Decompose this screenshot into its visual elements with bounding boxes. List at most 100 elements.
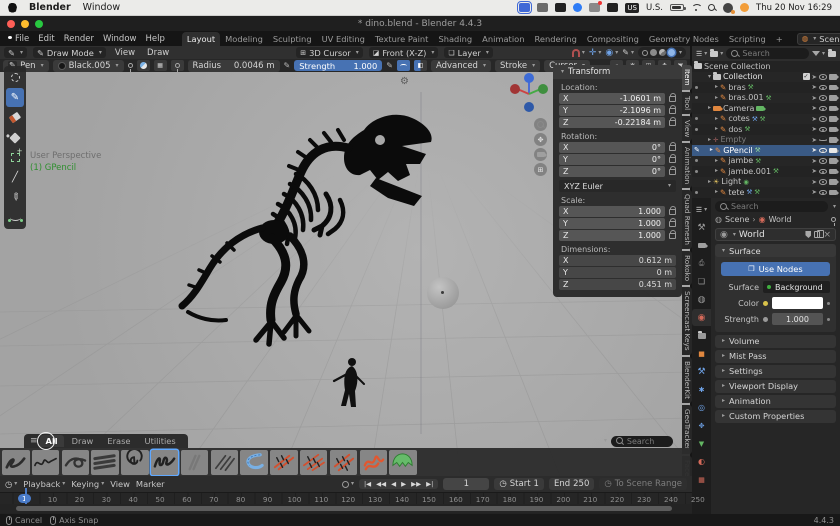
erase-tool[interactable] (6, 108, 24, 127)
render-visibility-icon[interactable] (829, 106, 837, 112)
outliner-row-dos[interactable]: ▸✎dos⚒➤ (692, 124, 840, 135)
tab-world[interactable]: ◉ (692, 309, 711, 326)
eye-icon[interactable] (819, 106, 827, 112)
eye-icon[interactable] (819, 148, 827, 154)
workspace-tab-sculpting[interactable]: Sculpting (268, 32, 317, 46)
dimensions-x-field[interactable]: X0.612 m (559, 255, 676, 266)
render-visibility-icon[interactable] (829, 190, 837, 196)
keying-menu[interactable]: Keying▾ (71, 479, 104, 489)
selectable-icon[interactable]: ➤ (812, 188, 817, 196)
properties-search-input[interactable]: Search (715, 201, 828, 212)
lock-icon[interactable] (669, 169, 676, 175)
custom-properties-panel-header[interactable]: ▸Custom Properties (715, 410, 836, 423)
render-visibility-icon[interactable] (829, 137, 837, 143)
frame-start-field[interactable]: ◷Start1 (494, 478, 544, 490)
location-x-field[interactable]: X-1.0601 m (559, 93, 665, 104)
outliner-row-camera[interactable]: ▸Camera➤ (692, 103, 840, 114)
navigation-gizmo[interactable] (506, 72, 552, 116)
draw-tool[interactable]: ✎ (6, 88, 24, 107)
workspace-tab-rendering[interactable]: Rendering (529, 32, 581, 46)
outliner-search-input[interactable]: Search (726, 48, 809, 59)
camera-status-icon[interactable] (537, 3, 548, 12)
animation-panel-header[interactable]: ▸Animation (715, 395, 836, 408)
surface-panel-header[interactable]: ▾Surface (715, 244, 836, 257)
eye-icon[interactable] (819, 95, 827, 101)
tab-object[interactable]: ■ (692, 345, 711, 362)
fake-user-icon[interactable] (805, 231, 811, 238)
breadcrumb-scene[interactable]: Scene (725, 215, 749, 224)
fill-tool[interactable] (6, 128, 24, 147)
brush-thumbnail[interactable] (181, 450, 209, 475)
sidebar-tab-view[interactable]: View (682, 116, 692, 141)
window-menu[interactable]: Window (83, 2, 120, 13)
add-workspace-button[interactable]: + (771, 32, 788, 46)
workspace-tab-geometry-nodes[interactable]: Geometry Nodes (644, 32, 724, 46)
menu-help[interactable]: Help (145, 34, 164, 44)
lock-icon[interactable] (669, 157, 676, 163)
brush-thumbnail[interactable] (300, 450, 328, 475)
chevron-down-icon[interactable]: ▾ (604, 438, 607, 444)
selectable-icon[interactable]: ➤ (812, 167, 817, 175)
eye-icon[interactable] (819, 74, 827, 80)
grease-pencil-options[interactable]: ✎▾ (622, 48, 634, 57)
draw-menu[interactable]: Draw (144, 48, 172, 58)
breadcrumb-world[interactable]: World (769, 215, 792, 224)
sidebar-tab-item[interactable]: Item (682, 65, 692, 90)
sidebar-tab-rokoko[interactable]: Rokoko (682, 251, 692, 285)
render-visibility-icon[interactable] (829, 148, 837, 154)
outliner-row-bras[interactable]: ▸✎bras⚒➤ (692, 82, 840, 93)
eye-icon[interactable] (819, 179, 827, 185)
sidebar-tab-quad-remesh[interactable]: Quad Remesh (682, 190, 692, 249)
render-visibility-icon[interactable] (829, 85, 837, 91)
outliner-row-light[interactable]: ▸☀Light◉➤ (692, 177, 840, 188)
wifi-icon[interactable] (691, 4, 701, 12)
strength-field[interactable]: 1.000 (772, 313, 823, 325)
screen-recording-icon[interactable] (519, 3, 530, 12)
unlink-icon[interactable]: × (823, 230, 831, 240)
play-button[interactable]: ▶ (399, 480, 408, 488)
utility-app-icon[interactable] (607, 3, 618, 12)
brush-thumbnail[interactable] (389, 450, 417, 475)
animate-color-dot[interactable] (827, 302, 830, 305)
primitive-box-tool[interactable] (6, 148, 24, 167)
new-collection-button[interactable] (828, 51, 836, 57)
outliner-row-cotes[interactable]: ▸✎cotes⚒⚒➤ (692, 114, 840, 125)
material-mode-button[interactable] (137, 60, 150, 71)
shelf-tab-utilities[interactable]: Utilities (139, 435, 182, 447)
settings-panel-header[interactable]: ▸Settings (715, 365, 836, 378)
tab-material[interactable]: ◐ (692, 453, 711, 470)
prev-keyframe-button[interactable]: ◀◀ (374, 480, 388, 488)
clock-app-icon[interactable] (555, 3, 566, 12)
radius-slider[interactable]: Radius0.0046 m (188, 60, 280, 72)
stroke-stabilizer-toggle[interactable] (397, 60, 410, 71)
selectable-icon[interactable]: ➤ (812, 146, 817, 154)
notification-app-icon[interactable] (589, 3, 600, 12)
outliner-row-gpencil[interactable]: ✎▸✎GPencil⚒➤ (692, 145, 840, 156)
render-visibility-icon[interactable] (829, 127, 837, 133)
tab-scene[interactable]: ◍ (692, 291, 711, 308)
sidebar-tab-animation[interactable]: Animation (682, 143, 692, 188)
scale-y-field[interactable]: Y1.000 (559, 218, 665, 229)
outliner-row-collection[interactable]: ▾Collection✓➤ (692, 72, 840, 83)
strength-pressure-icon[interactable]: ✎ (386, 61, 393, 70)
lock-icon[interactable] (669, 209, 676, 215)
strength-slider[interactable]: Strength1.000 (294, 60, 382, 71)
to-scene-range-button[interactable]: ◷To Scene Range (599, 478, 687, 490)
scale-x-field[interactable]: X1.000 (559, 206, 665, 217)
playback-menu[interactable]: Playback▾ (23, 479, 65, 489)
brush-mask-button[interactable] (171, 60, 184, 71)
outliner-row-bras-001[interactable]: ▸✎bras.001⚒➤ (692, 93, 840, 104)
tab-constraints[interactable]: ✥ (692, 417, 711, 434)
selectable-icon[interactable]: ➤ (812, 104, 817, 112)
falloff-toggle[interactable]: ◧ (414, 60, 427, 71)
dimensions-z-field[interactable]: Z0.451 m (559, 279, 676, 290)
brush-thumbnail[interactable] (62, 450, 90, 475)
scrollbar-thumb[interactable] (16, 506, 672, 511)
frame-end-field[interactable]: End250 (549, 478, 594, 490)
zoom-view-button[interactable] (534, 118, 547, 131)
color-swatch[interactable] (772, 297, 823, 309)
editor-type-button[interactable]: ✎▾ (4, 47, 27, 58)
sphere-object[interactable] (427, 277, 459, 309)
workspace-tab-texture-paint[interactable]: Texture Paint (370, 32, 434, 46)
input-source-icon[interactable]: US (625, 3, 639, 13)
